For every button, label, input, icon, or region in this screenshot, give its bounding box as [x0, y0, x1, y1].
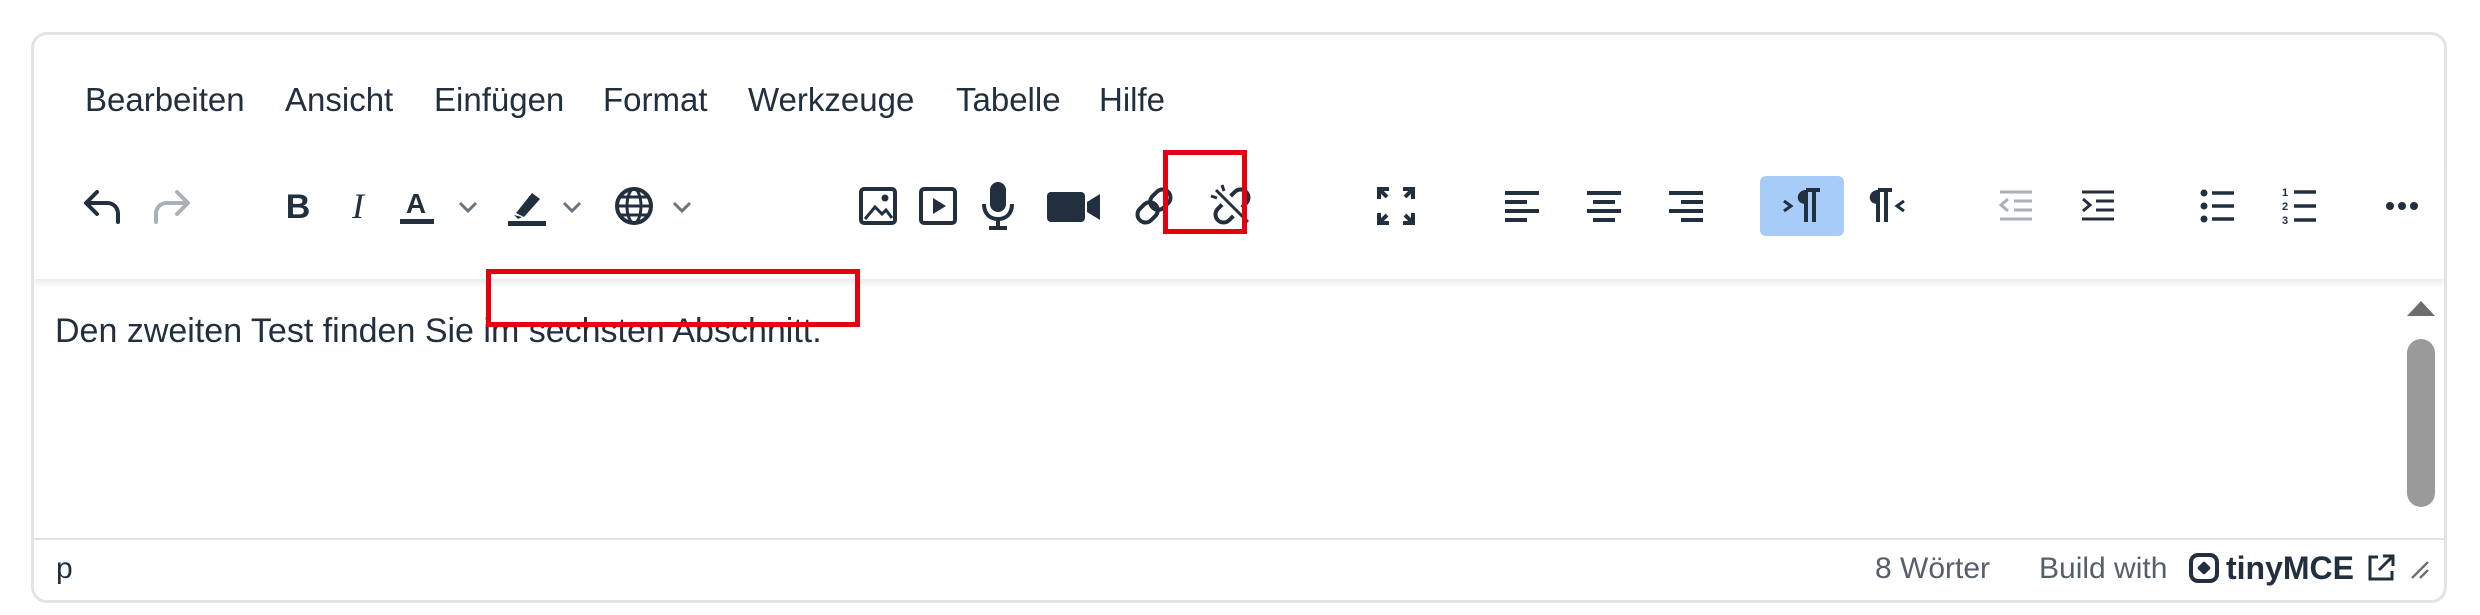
fullscreen-icon [1377, 187, 1415, 225]
language-button[interactable] [612, 176, 712, 236]
bullet-list-button[interactable] [2190, 176, 2246, 236]
fullscreen-button[interactable] [1368, 176, 1424, 236]
more-icon [2386, 202, 2418, 210]
menu-ansicht[interactable]: Ansicht [285, 75, 393, 125]
ltr-button[interactable] [1760, 176, 1844, 236]
menu-tabelle[interactable]: Tabelle [956, 75, 1061, 125]
menu-einfuegen[interactable]: Einfügen [434, 75, 564, 125]
microphone-button[interactable] [970, 176, 1026, 236]
indent-icon [2082, 190, 2114, 221]
align-center-button[interactable] [1576, 176, 1632, 236]
statusbar: p 8 Wörter Build with tinyMCE [34, 538, 2444, 600]
menu-bearbeiten[interactable]: Bearbeiten [85, 75, 245, 125]
build-with-label: Build with [2039, 552, 2168, 585]
highlight-color-button[interactable] [502, 176, 602, 236]
align-left-button[interactable] [1494, 176, 1550, 236]
undo-icon [84, 190, 120, 224]
more-button[interactable] [2372, 176, 2432, 236]
numbered-list-icon: 1 2 3 [2282, 187, 2316, 227]
align-right-button[interactable] [1658, 176, 1714, 236]
media-button[interactable] [910, 176, 966, 236]
redo-icon [154, 190, 190, 224]
unlink-button[interactable] [1200, 176, 1264, 236]
bold-button[interactable]: B [270, 176, 326, 236]
element-path[interactable]: p [56, 552, 73, 586]
image-icon [859, 187, 897, 225]
editor-content[interactable]: Den zweiten Test finden Sie im sechsten … [34, 279, 2444, 574]
svg-text:I: I [351, 186, 366, 226]
tinymce-logo-icon [2189, 553, 2219, 583]
video-camera-icon [1047, 192, 1100, 222]
svg-text:B: B [286, 188, 311, 226]
resize-handle-icon[interactable] [2406, 556, 2430, 580]
align-center-icon [1587, 191, 1621, 222]
video-button[interactable] [1042, 176, 1106, 236]
svg-text:1: 1 [2282, 187, 2288, 199]
link-button[interactable] [1122, 176, 1186, 236]
numbered-list-button[interactable]: 1 2 3 [2272, 176, 2328, 236]
rtl-icon [1869, 188, 1905, 222]
redo-button[interactable] [144, 176, 200, 236]
image-button[interactable] [850, 176, 906, 236]
vertical-scrollbar[interactable] [2398, 279, 2444, 574]
rtl-button[interactable] [1858, 176, 1914, 236]
svg-text:A: A [406, 188, 426, 219]
external-link-icon [2368, 554, 2395, 581]
menu-format[interactable]: Format [603, 75, 708, 125]
tinymce-editor: Bearbeiten Ansicht Einfügen Format Werkz… [31, 32, 2447, 603]
bullet-list-icon [2200, 189, 2234, 223]
microphone-icon [982, 182, 1014, 230]
align-left-icon [1505, 191, 1539, 222]
align-right-icon [1669, 191, 1703, 222]
paragraph[interactable]: Den zweiten Test finden Sie im sechsten … [55, 309, 822, 353]
italic-button[interactable]: I [330, 176, 386, 236]
unlink-icon [1210, 184, 1251, 225]
outdent-button[interactable] [1988, 176, 2044, 236]
selected-text[interactable]: im sechsten Abschnitt. [483, 312, 821, 350]
text-color-button[interactable]: A [394, 176, 494, 236]
tinymce-brand-link[interactable]: tinyMCE [2188, 548, 2430, 588]
undo-button[interactable] [74, 176, 130, 236]
highlight-color-icon [508, 193, 582, 226]
language-icon [615, 187, 692, 225]
outdent-icon [1998, 190, 2032, 221]
menubar: Bearbeiten Ansicht Einfügen Format Werkz… [34, 35, 2444, 163]
media-icon [919, 187, 957, 225]
svg-text:3: 3 [2282, 215, 2288, 227]
bold-icon: B [286, 188, 311, 226]
toolbar: B I A 1 2 3 [34, 163, 2444, 279]
svg-text:2: 2 [2282, 201, 2288, 213]
scroll-up-arrow-icon[interactable] [2398, 289, 2444, 329]
scrollbar-thumb[interactable] [2407, 339, 2435, 507]
brand-text: tinyMCE [2226, 549, 2354, 586]
paragraph-text: Den zweiten Test finden Sie [55, 312, 484, 350]
menu-werkzeuge[interactable]: Werkzeuge [748, 75, 914, 125]
italic-icon: I [351, 186, 366, 226]
menu-hilfe[interactable]: Hilfe [1099, 75, 1165, 125]
link-icon [1135, 187, 1173, 225]
ltr-icon [1783, 188, 1820, 222]
word-count[interactable]: 8 Wörter [1875, 552, 1990, 586]
text-color-icon: A [400, 188, 478, 224]
indent-button[interactable] [2070, 176, 2126, 236]
